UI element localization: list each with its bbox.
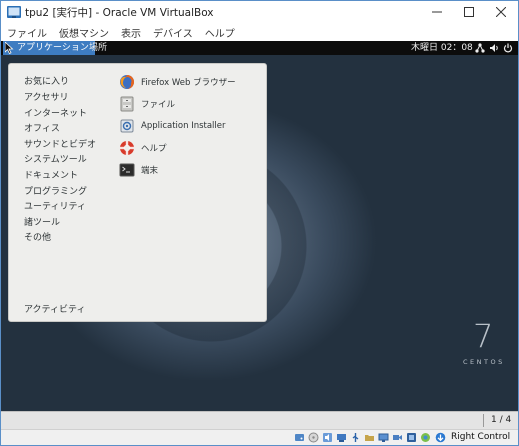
video-capture-icon[interactable] bbox=[392, 432, 403, 443]
maximize-icon bbox=[464, 7, 474, 17]
host-key-arrow-icon[interactable] bbox=[435, 432, 446, 443]
category-programming[interactable]: プログラミング bbox=[24, 184, 87, 197]
app-firefox[interactable]: Firefox Web ブラウザー bbox=[119, 73, 236, 91]
help-icon bbox=[120, 141, 134, 155]
usb-icon[interactable] bbox=[350, 432, 361, 443]
app-label-firefox: Firefox Web ブラウザー bbox=[141, 78, 236, 88]
title-bar[interactable]: tpu2 [実行中] - Oracle VM VirtualBox bbox=[1, 1, 518, 23]
menu-devices[interactable]: デバイス bbox=[153, 25, 193, 40]
shared-folders-icon[interactable] bbox=[364, 432, 375, 443]
gnome-top-bar: アプリケーション 場所 木曜日 02：08 bbox=[1, 41, 518, 55]
category-system-tools[interactable]: システムツール bbox=[24, 152, 87, 165]
menu-machine[interactable]: 仮想マシン bbox=[59, 25, 109, 40]
app-label-installer: Application Installer bbox=[141, 121, 226, 131]
network-adapter-icon[interactable] bbox=[336, 432, 347, 443]
close-button[interactable] bbox=[485, 1, 517, 23]
centos-version-logo: 7 bbox=[473, 317, 494, 355]
workspace-indicator[interactable]: 1 / 4 bbox=[491, 415, 511, 425]
menu-file[interactable]: ファイル bbox=[7, 25, 47, 40]
category-utilities[interactable]: ユーティリティ bbox=[24, 199, 86, 212]
terminal-icon bbox=[119, 163, 135, 177]
guest-display[interactable]: アプリケーション 場所 木曜日 02：08 お気に入り アクセサリ インターネッ bbox=[1, 41, 518, 411]
host-key-label: Right Control bbox=[451, 432, 511, 442]
centos-logo-text: CENTOS bbox=[463, 358, 505, 366]
files-icon bbox=[120, 96, 134, 112]
firefox-icon bbox=[120, 75, 134, 89]
guest-additions-icon[interactable] bbox=[420, 432, 431, 443]
virtualization-icon[interactable] bbox=[406, 432, 417, 443]
app-label-terminal: 端末 bbox=[141, 166, 159, 176]
category-favorites[interactable]: お気に入り bbox=[24, 74, 69, 87]
maximize-button[interactable] bbox=[453, 1, 485, 23]
hard-disk-icon[interactable] bbox=[294, 432, 305, 443]
mouse-cursor-icon bbox=[5, 42, 14, 54]
category-accessories[interactable]: アクセサリ bbox=[24, 90, 69, 103]
category-other[interactable]: その他 bbox=[24, 230, 51, 243]
applications-menu-button[interactable]: アプリケーション bbox=[3, 41, 95, 55]
window-title: tpu2 [実行中] - Oracle VM VirtualBox bbox=[25, 7, 214, 19]
app-terminal[interactable]: 端末 bbox=[119, 161, 158, 179]
power-icon[interactable] bbox=[503, 43, 513, 53]
network-icon[interactable] bbox=[475, 43, 485, 53]
app-files[interactable]: ファイル bbox=[119, 95, 175, 113]
category-documents[interactable]: ドキュメント bbox=[24, 168, 78, 181]
optical-drive-icon[interactable] bbox=[308, 432, 319, 443]
app-label-help: ヘルプ bbox=[141, 144, 167, 154]
menu-help[interactable]: ヘルプ bbox=[205, 25, 235, 40]
workspace-separator bbox=[483, 414, 484, 427]
clock[interactable]: 木曜日 02：08 bbox=[411, 41, 473, 55]
virtualbox-window: tpu2 [実行中] - Oracle VM VirtualBox ファイル 仮… bbox=[0, 0, 519, 446]
activities-button[interactable]: アクティビティ bbox=[24, 302, 85, 315]
menu-bar: ファイル 仮想マシン 表示 デバイス ヘルプ bbox=[1, 23, 518, 41]
close-icon bbox=[496, 7, 506, 17]
audio-icon[interactable] bbox=[322, 432, 333, 443]
volume-icon[interactable] bbox=[489, 43, 499, 53]
category-internet[interactable]: インターネット bbox=[24, 106, 87, 119]
installer-icon bbox=[120, 119, 134, 133]
virtualbox-app-icon bbox=[7, 6, 21, 18]
category-office[interactable]: オフィス bbox=[24, 121, 60, 134]
app-label-files: ファイル bbox=[141, 100, 176, 110]
status-bar: Right Control bbox=[1, 429, 518, 445]
places-menu-button[interactable]: 場所 bbox=[89, 41, 107, 55]
minimize-button[interactable] bbox=[421, 1, 453, 23]
display-icon[interactable] bbox=[378, 432, 389, 443]
applications-menu: お気に入り アクセサリ インターネット オフィス サウンドとビデオ システムツー… bbox=[8, 63, 267, 322]
menu-view[interactable]: 表示 bbox=[121, 25, 141, 40]
app-help[interactable]: ヘルプ bbox=[119, 139, 167, 157]
guest-bottom-bar: 1 / 4 bbox=[1, 411, 518, 429]
app-installer[interactable]: Application Installer bbox=[119, 117, 226, 135]
category-misc-tools[interactable]: 諸ツール bbox=[24, 215, 60, 228]
category-sound-video[interactable]: サウンドとビデオ bbox=[24, 137, 96, 150]
minimize-icon bbox=[432, 11, 442, 13]
